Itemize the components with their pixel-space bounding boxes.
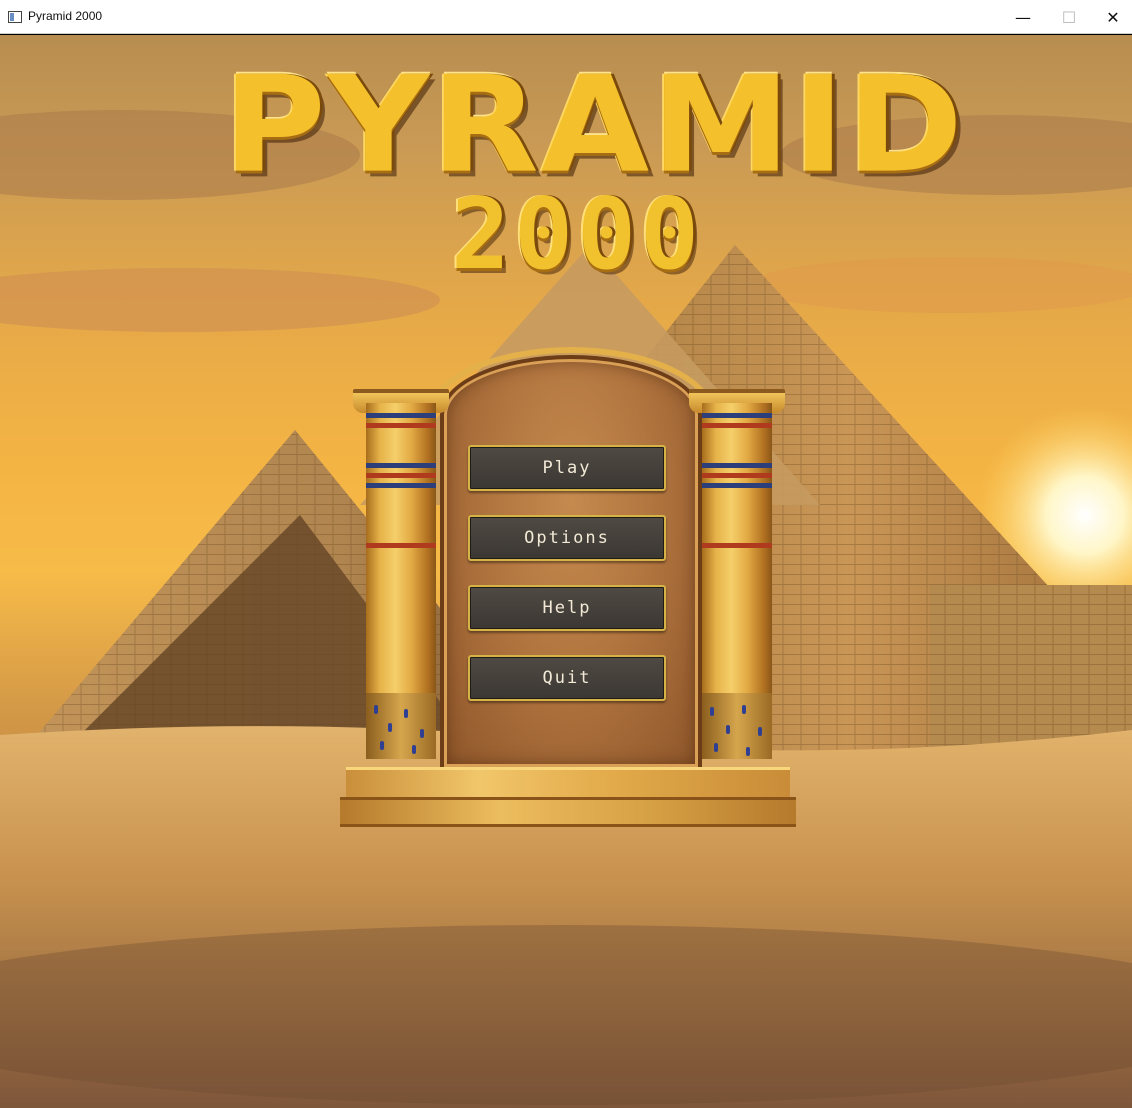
title-logo-year: 2000 — [450, 178, 703, 292]
main-menu-panel: Play Options Help Quit — [336, 347, 800, 827]
game-canvas[interactable]: PYRAMID 2000 Play Options Help Quit — [0, 35, 1132, 1108]
window-title: Pyramid 2000 — [28, 9, 103, 23]
menu-button-list: Play Options Help Quit — [468, 445, 666, 725]
help-button[interactable]: Help — [468, 585, 666, 631]
pedestal-base — [340, 797, 796, 827]
quit-button[interactable]: Quit — [468, 655, 666, 701]
pedestal-top — [346, 767, 790, 797]
title-logo: PYRAMID — [223, 48, 965, 203]
minimize-button[interactable]: — — [1000, 0, 1046, 34]
maximize-button[interactable]: ☐ — [1046, 0, 1092, 34]
play-button[interactable]: Play — [468, 445, 666, 491]
left-pillar — [366, 403, 436, 759]
window-titlebar[interactable]: Pyramid 2000 — ☐ ✕ — [0, 0, 1132, 34]
right-pillar — [702, 403, 772, 759]
options-button[interactable]: Options — [468, 515, 666, 561]
close-button[interactable]: ✕ — [1090, 0, 1132, 34]
right-pillar-base — [702, 693, 772, 759]
app-window-icon — [8, 11, 22, 23]
left-pillar-base — [366, 693, 436, 759]
